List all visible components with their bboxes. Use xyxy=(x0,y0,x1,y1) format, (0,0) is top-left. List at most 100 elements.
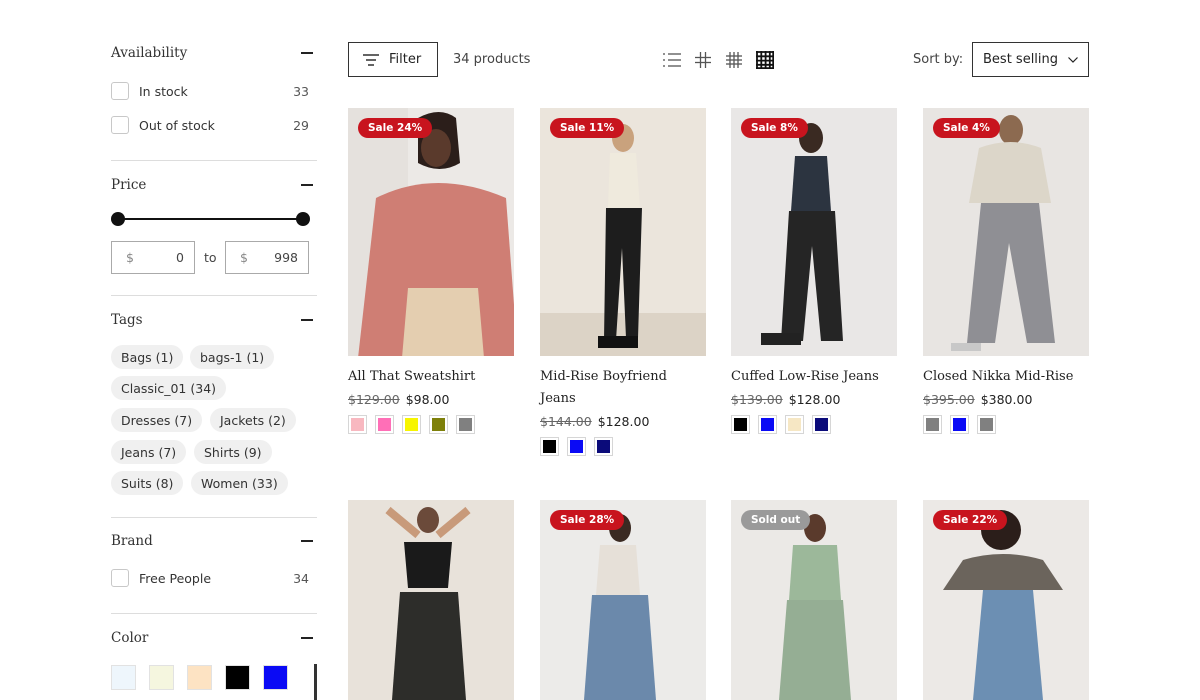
color-swatch[interactable] xyxy=(456,415,475,434)
slider-min-handle[interactable] xyxy=(111,212,125,226)
option-count: 33 xyxy=(293,83,309,99)
sidebar-scrollbar[interactable] xyxy=(314,664,317,700)
tag-chip[interactable]: Shirts (9) xyxy=(194,440,272,464)
tag-chip[interactable]: Classic_01 (34) xyxy=(111,376,227,400)
tag-chip[interactable]: Bags (1) xyxy=(111,345,184,369)
product-image[interactable]: Sale 28% xyxy=(540,500,706,700)
collapse-icon[interactable] xyxy=(301,319,313,321)
color-swatch[interactable] xyxy=(540,437,559,456)
color-swatch[interactable] xyxy=(758,415,777,434)
availability-title: Availability xyxy=(111,45,188,61)
tag-chip[interactable]: Suits (8) xyxy=(111,471,184,495)
grid-2-icon[interactable] xyxy=(693,50,713,70)
color-swatch[interactable] xyxy=(785,415,804,434)
product-image[interactable]: Sold out xyxy=(731,500,897,700)
product-image[interactable]: Sale 8% xyxy=(731,108,897,356)
color-swatch[interactable] xyxy=(950,415,969,434)
product-image[interactable]: Sale 22% xyxy=(923,500,1089,700)
color-swatch[interactable] xyxy=(923,415,942,434)
filter-button[interactable]: Filter xyxy=(348,42,438,77)
product-title[interactable]: Closed Nikka Mid-Rise xyxy=(923,366,1089,388)
product-card[interactable]: Sold out xyxy=(731,500,897,700)
price-to-label: to xyxy=(204,250,217,265)
brand-free-people-option[interactable]: Free People 34 xyxy=(111,568,317,588)
collapse-icon[interactable] xyxy=(301,52,313,54)
color-swatch[interactable] xyxy=(111,665,136,690)
tag-chip[interactable]: Jackets (2) xyxy=(210,408,296,432)
availability-header[interactable]: Availability xyxy=(111,42,317,64)
collapse-icon[interactable] xyxy=(301,184,313,186)
tag-chip[interactable]: Dresses (7) xyxy=(111,408,203,432)
color-swatch[interactable] xyxy=(348,415,367,434)
price-min-value: 0 xyxy=(176,250,184,265)
product-image[interactable]: Sale 24% xyxy=(348,108,514,356)
color-swatch[interactable] xyxy=(225,665,250,690)
product-swatches xyxy=(923,415,1089,434)
product-image[interactable]: Sale 11% xyxy=(540,108,706,356)
color-swatch[interactable] xyxy=(149,665,174,690)
collapse-icon[interactable] xyxy=(301,637,313,639)
color-swatch[interactable] xyxy=(402,415,421,434)
color-swatch[interactable] xyxy=(375,415,394,434)
out-of-stock-checkbox[interactable] xyxy=(111,116,129,134)
color-swatch[interactable] xyxy=(429,415,448,434)
product-price: $129.00 $98.00 xyxy=(348,388,514,410)
price-header[interactable]: Price xyxy=(111,174,317,196)
color-swatch[interactable] xyxy=(567,437,586,456)
option-label: Free People xyxy=(139,570,212,586)
tag-chip[interactable]: bags-1 (1) xyxy=(190,345,275,369)
grid-4-icon[interactable] xyxy=(755,50,775,70)
color-swatch[interactable] xyxy=(977,415,996,434)
product-title[interactable]: Cuffed Low-Rise Jeans xyxy=(731,366,897,388)
product-card[interactable]: Sale 11% Mid-Rise Boyfriend Jeans $144.0… xyxy=(540,108,706,456)
divider xyxy=(111,160,317,161)
product-swatches xyxy=(540,437,706,456)
product-card[interactable]: Sale 28% xyxy=(540,500,706,700)
product-card[interactable]: Sale 24% All That Sweatshirt $129.00 $98… xyxy=(348,108,514,434)
collapse-icon[interactable] xyxy=(301,540,313,542)
sale-badge: Sale 24% xyxy=(358,118,433,138)
price-min-input[interactable]: $ 0 xyxy=(111,241,195,274)
product-title[interactable]: All That Sweatshirt xyxy=(348,366,514,388)
list-view-icon[interactable] xyxy=(662,50,682,70)
in-stock-checkbox[interactable] xyxy=(111,82,129,100)
color-swatch[interactable] xyxy=(187,665,212,690)
product-card[interactable] xyxy=(348,500,514,700)
compare-at-price: $139.00 xyxy=(731,391,783,407)
product-image[interactable] xyxy=(348,500,514,700)
color-header[interactable]: Color xyxy=(111,627,317,649)
color-swatch[interactable] xyxy=(594,437,613,456)
price-max-input[interactable]: $ 998 xyxy=(225,241,309,274)
product-card[interactable]: Sale 8% Cuffed Low-Rise Jeans $139.00 $1… xyxy=(731,108,897,434)
option-count: 29 xyxy=(293,117,309,133)
product-price: $395.00 $380.00 xyxy=(923,388,1089,410)
price-range-slider[interactable] xyxy=(111,212,317,226)
tag-chip[interactable]: Women (33) xyxy=(191,471,288,495)
sort-value: Best selling xyxy=(983,52,1059,67)
sort-dropdown[interactable]: Best selling xyxy=(972,42,1089,77)
view-switcher xyxy=(662,50,786,70)
tags-header[interactable]: Tags xyxy=(111,309,317,331)
tag-chip[interactable]: Jeans (7) xyxy=(111,440,187,464)
product-image[interactable]: Sale 4% xyxy=(923,108,1089,356)
color-swatch[interactable] xyxy=(263,665,288,690)
in-stock-option[interactable]: In stock 33 xyxy=(111,81,317,101)
grid-3-icon[interactable] xyxy=(724,50,744,70)
brand-checkbox[interactable] xyxy=(111,569,129,587)
product-title[interactable]: Mid-Rise Boyfriend Jeans xyxy=(540,366,706,410)
filter-lines-icon xyxy=(363,53,379,66)
out-of-stock-option[interactable]: Out of stock 29 xyxy=(111,115,317,135)
product-card[interactable]: Sale 4% Closed Nikka Mid-Rise $395.00 $3… xyxy=(923,108,1089,434)
product-price: $144.00 $128.00 xyxy=(540,410,706,432)
color-swatch[interactable] xyxy=(812,415,831,434)
product-card[interactable]: Sale 22% xyxy=(923,500,1089,700)
color-title: Color xyxy=(111,630,149,646)
color-swatch[interactable] xyxy=(731,415,750,434)
product-price: $139.00 $128.00 xyxy=(731,388,897,410)
brand-header[interactable]: Brand xyxy=(111,530,317,552)
option-label: Out of stock xyxy=(139,117,215,133)
sold-out-badge: Sold out xyxy=(741,510,811,530)
currency-symbol: $ xyxy=(126,250,134,265)
tags-title: Tags xyxy=(111,312,143,328)
slider-max-handle[interactable] xyxy=(296,212,310,226)
